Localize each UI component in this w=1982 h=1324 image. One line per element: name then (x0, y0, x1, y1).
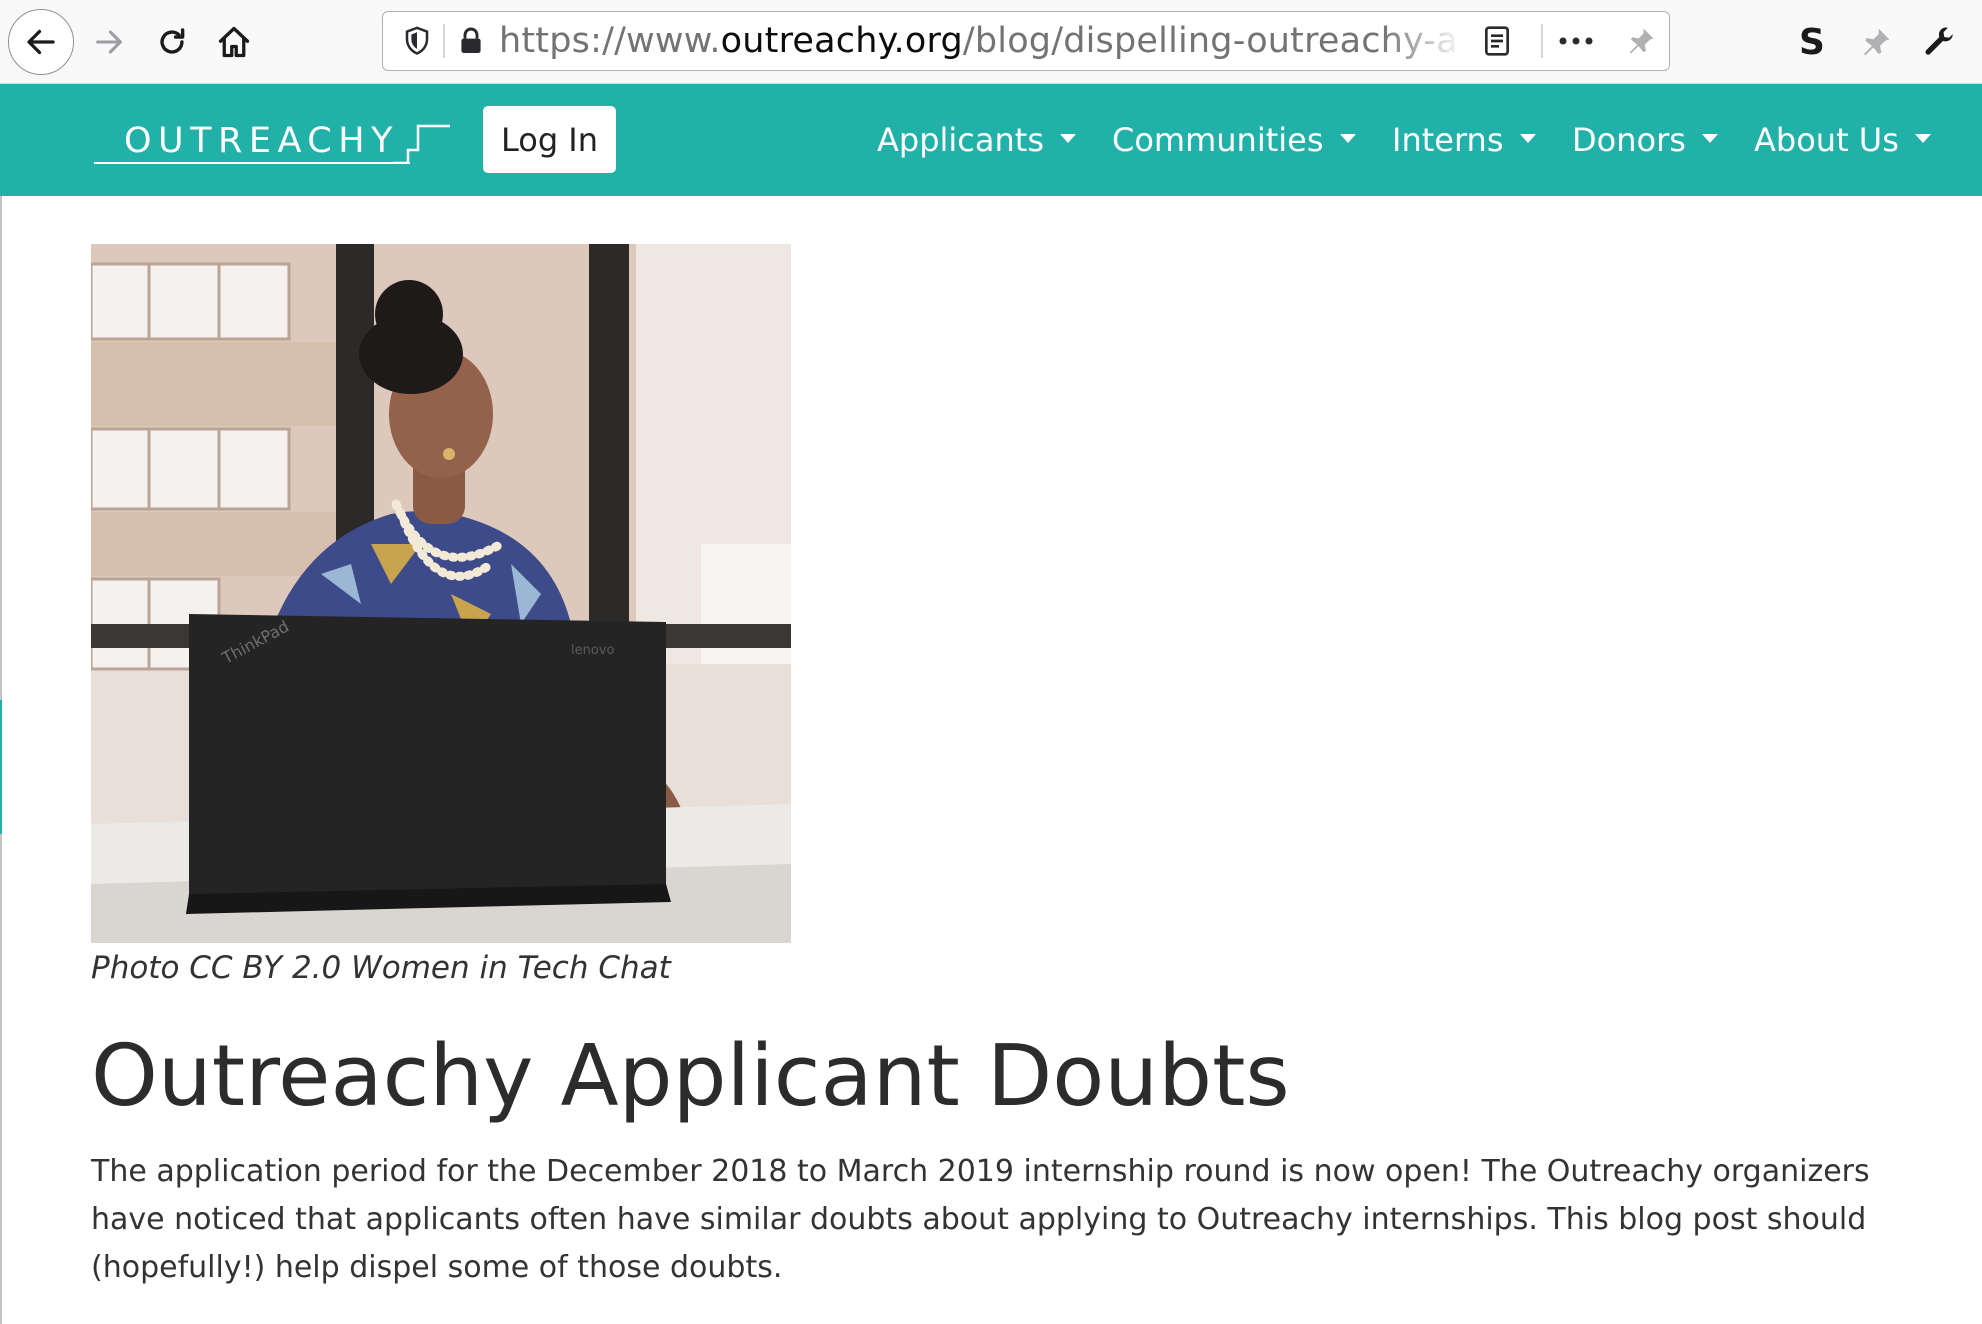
home-button[interactable] (212, 20, 256, 64)
caret-down-icon (1339, 133, 1356, 143)
caret-down-icon (1914, 133, 1931, 143)
logo-stair-icon (394, 124, 450, 164)
logo-underline (94, 162, 410, 164)
outreachy-logo[interactable]: OUTREACHY (94, 120, 450, 164)
caret-down-icon (1701, 133, 1718, 143)
forward-button[interactable] (87, 20, 131, 64)
shield-icon[interactable] (397, 12, 437, 70)
back-arrow-icon (27, 29, 55, 55)
browser-toolbar: https://www. outreachy.org/blog/dispellin… (0, 0, 1982, 84)
site-navbar: OUTREACHY Log In Applicants Communities … (0, 84, 1982, 196)
login-button[interactable]: Log In (483, 106, 616, 173)
article-title: Outreachy Applicant Doubts (91, 1027, 1290, 1126)
url-bar[interactable]: https://www. outreachy.org/blog/dispellin… (382, 11, 1670, 71)
page-left-accent (0, 700, 2, 834)
more-icon[interactable] (1551, 12, 1601, 70)
url-separator-2 (1541, 24, 1543, 58)
pin-icon[interactable] (1619, 12, 1663, 70)
nav-applicants-label: Applicants (877, 121, 1044, 159)
url-domain: outreachy.org (720, 21, 963, 61)
photo-caption: Photo CC BY 2.0 Women in Tech Chat (91, 950, 671, 986)
nav-interns-label: Interns (1392, 121, 1504, 159)
caret-down-icon (1060, 133, 1076, 143)
forward-arrow-icon (96, 30, 122, 54)
brand-text: OUTREACHY (124, 121, 399, 161)
article-intro: The application period for the December … (91, 1154, 1870, 1285)
reload-icon (160, 28, 185, 54)
nav-communities-label: Communities (1112, 121, 1324, 159)
nav-about-us[interactable]: About Us (1754, 84, 1931, 196)
home-icon (218, 26, 250, 58)
reader-view-icon[interactable] (1475, 12, 1519, 70)
back-button[interactable] (8, 9, 74, 75)
caret-down-icon (1519, 133, 1536, 143)
woman-with-laptop-image: ThinkPad lenovo (91, 244, 791, 943)
nav-donors[interactable]: Donors (1572, 84, 1718, 196)
url-prefix: https://www. (499, 21, 721, 61)
lock-icon[interactable] (455, 12, 487, 70)
extension-pin-icon[interactable] (1854, 20, 1898, 64)
wrench-icon[interactable] (1918, 20, 1962, 64)
reload-button[interactable] (150, 20, 194, 64)
url-text[interactable]: https://www. outreachy.org/blog/dispellin… (499, 12, 1459, 70)
svg-text:lenovo: lenovo (571, 643, 614, 658)
article-photo: ThinkPad lenovo (91, 244, 791, 943)
url-separator (443, 24, 445, 58)
nav-interns[interactable]: Interns (1392, 84, 1536, 196)
nav-about-us-label: About Us (1754, 121, 1899, 159)
extension-s-icon[interactable]: S (1790, 20, 1834, 64)
nav-applicants[interactable]: Applicants (877, 84, 1076, 196)
nav-donors-label: Donors (1572, 121, 1686, 159)
nav-communities[interactable]: Communities (1112, 84, 1356, 196)
url-fade (1383, 14, 1463, 68)
